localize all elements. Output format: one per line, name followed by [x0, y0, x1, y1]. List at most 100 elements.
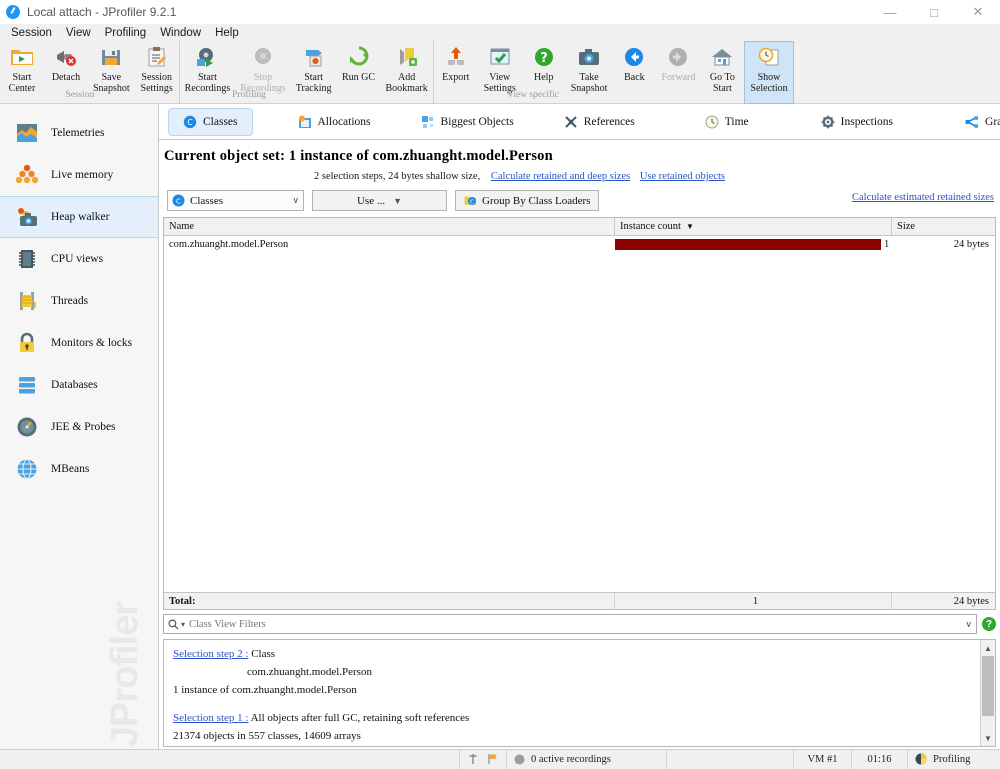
instance-count-bar-wrap	[615, 236, 881, 252]
view-controls-row: C Classes ∨ Use ... ▼ C Group By Class L…	[159, 188, 1000, 217]
help-button[interactable]: ? Help	[522, 41, 566, 104]
sidebar-item-threads[interactable]: Threads	[0, 280, 158, 322]
status-bar: 0 active recordings VM #1 01:16 Profilin…	[0, 749, 1000, 769]
graph-icon	[965, 115, 979, 129]
selection-step-line: com.zhuanght.model.Person	[173, 663, 974, 681]
help-circle-icon[interactable]: ?	[982, 617, 996, 631]
scrollbar-track[interactable]	[981, 716, 995, 730]
add-bookmark-button[interactable]: Add Bookmark	[381, 41, 433, 104]
sidebar-item-jee-probes[interactable]: JEE & Probes	[0, 406, 158, 448]
tab-biggest-objects[interactable]: Biggest Objects	[407, 108, 528, 136]
aggregation-level-combo[interactable]: C Classes ∨	[167, 190, 304, 211]
detach-button[interactable]: Detach	[44, 41, 88, 104]
add-bookmark-label-1: Add	[398, 72, 416, 83]
instance-count-bar	[615, 238, 881, 250]
app-body: Telemetries Live memory Heap walker CPU …	[0, 104, 1000, 749]
sidebar-item-telemetries[interactable]: Telemetries	[0, 112, 158, 154]
column-header-name[interactable]: Name	[164, 218, 615, 235]
scroll-down-icon[interactable]: ▼	[981, 730, 995, 746]
tab-graph[interactable]: Graph	[951, 108, 1000, 136]
selection-steps-scrollbar[interactable]: ▲ ▼	[980, 640, 995, 746]
link-calculate-estimated-retained-sizes[interactable]: Calculate estimated retained sizes	[852, 192, 994, 203]
sidebar-item-databases[interactable]: Databases	[0, 364, 158, 406]
save-snapshot-label-2: Snapshot	[93, 82, 130, 94]
take-snapshot-button[interactable]: Take Snapshot	[566, 41, 613, 104]
status-recordings-cell: 0 active recordings	[507, 749, 667, 769]
column-header-size[interactable]: Size	[892, 218, 995, 235]
go-to-start-button[interactable]: Go To Start	[700, 41, 744, 104]
session-settings-button[interactable]: Session Settings	[135, 41, 179, 104]
add-bookmark-label-2: Bookmark	[385, 82, 428, 94]
view-settings-button[interactable]: View Settings	[478, 41, 522, 104]
export-button[interactable]: Export	[434, 41, 478, 104]
show-selection-button[interactable]: Show Selection	[744, 41, 794, 104]
maximize-icon[interactable]: □	[912, 0, 956, 24]
detach-icon	[54, 44, 78, 70]
sidebar-label-monitors-locks: Monitors & locks	[51, 337, 133, 349]
bookmark-flag-icon[interactable]	[487, 753, 499, 765]
close-icon[interactable]: ✕	[956, 0, 1000, 24]
thread-icon[interactable]	[467, 753, 479, 765]
take-snapshot-icon	[577, 44, 601, 70]
sidebar-item-live-memory[interactable]: Live memory	[0, 154, 158, 196]
selection-step-spacer	[173, 699, 974, 709]
menu-item-window[interactable]: Window	[153, 27, 208, 39]
start-recordings-button[interactable]: Start Recordings	[180, 41, 236, 104]
scroll-up-icon[interactable]: ▲	[981, 640, 995, 656]
table-row[interactable]: com.zhuanght.model.Person 1 24 bytes	[164, 236, 995, 252]
filter-placeholder: Class View Filters	[189, 618, 266, 630]
menu-item-view[interactable]: View	[59, 27, 98, 39]
filter-dropdown-caret-icon[interactable]: ▾	[181, 620, 185, 629]
sidebar-item-cpu-views[interactable]: CPU views	[0, 238, 158, 280]
link-use-retained-objects[interactable]: Use retained objects	[640, 171, 725, 182]
menu-item-profiling[interactable]: Profiling	[98, 27, 154, 39]
tab-inspections[interactable]: Inspections	[807, 108, 907, 136]
selection-step-1-link[interactable]: Selection step 1 :	[173, 712, 248, 724]
column-header-instance-count[interactable]: Instance count ▼	[615, 218, 892, 235]
filter-chevron-down-icon[interactable]: ∨	[965, 619, 972, 630]
classes-table: Name Instance count ▼ Size com.zhuanght.…	[163, 217, 996, 610]
filter-row: ▾ Class View Filters ∨ ?	[163, 614, 996, 634]
class-view-filter-input[interactable]: ▾ Class View Filters ∨	[163, 614, 977, 634]
forward-icon	[666, 44, 690, 70]
svg-text:C: C	[470, 199, 474, 205]
minimize-icon[interactable]: —	[868, 0, 912, 24]
triangle-down-icon: ▼	[393, 195, 403, 206]
tab-label-inspections: Inspections	[840, 115, 894, 128]
link-calculate-retained-and-deep-sizes[interactable]: Calculate retained and deep sizes	[491, 171, 630, 182]
sidebar-item-mbeans[interactable]: MBeans	[0, 448, 158, 490]
session-settings-label-2: Settings	[140, 82, 173, 94]
sidebar-item-heap-walker[interactable]: Heap walker	[0, 196, 158, 238]
tab-references[interactable]: References	[550, 108, 649, 136]
forward-button[interactable]: Forward	[656, 41, 700, 104]
save-snapshot-button[interactable]: Save Snapshot	[88, 41, 135, 104]
start-tracking-icon	[302, 44, 326, 70]
menu-item-session[interactable]: Session	[4, 27, 59, 39]
group-by-class-loaders-button[interactable]: C Group By Class Loaders	[455, 190, 600, 211]
status-time-cell: 01:16	[852, 749, 908, 769]
allocations-icon	[298, 115, 312, 129]
start-tracking-button[interactable]: Start Tracking	[291, 41, 337, 104]
tab-time[interactable]: Time	[691, 108, 763, 136]
scrollbar-thumb[interactable]	[982, 656, 994, 716]
chevron-down-icon: ∨	[292, 195, 299, 205]
menu-item-help[interactable]: Help	[208, 27, 246, 39]
stop-recordings-button[interactable]: Stop Recordings	[235, 41, 291, 104]
svg-text:C: C	[187, 118, 192, 127]
sidebar-label-live-memory: Live memory	[51, 169, 114, 181]
selection-step-2-link[interactable]: Selection step 2 :	[173, 648, 248, 660]
selection-step-line: 21374 objects in 557 classes, 14609 arra…	[173, 727, 974, 745]
start-center-button[interactable]: Start Center	[0, 41, 44, 104]
sidebar-item-monitors-locks[interactable]: Monitors & locks	[0, 322, 158, 364]
tab-classes[interactable]: C Classes	[168, 107, 253, 136]
stop-recordings-icon	[251, 44, 275, 70]
status-profiling-cell: Profiling	[908, 750, 1000, 769]
back-button[interactable]: Back	[612, 41, 656, 104]
go-to-start-label-2: Start	[712, 82, 732, 94]
threads-icon	[14, 288, 40, 314]
start-recordings-label-2: Recordings	[184, 82, 231, 94]
use-combo[interactable]: Use ... ▼	[312, 190, 447, 211]
jprofiler-icon	[6, 4, 20, 19]
run-gc-button[interactable]: Run GC	[337, 41, 381, 104]
tab-allocations[interactable]: Allocations	[284, 108, 385, 136]
